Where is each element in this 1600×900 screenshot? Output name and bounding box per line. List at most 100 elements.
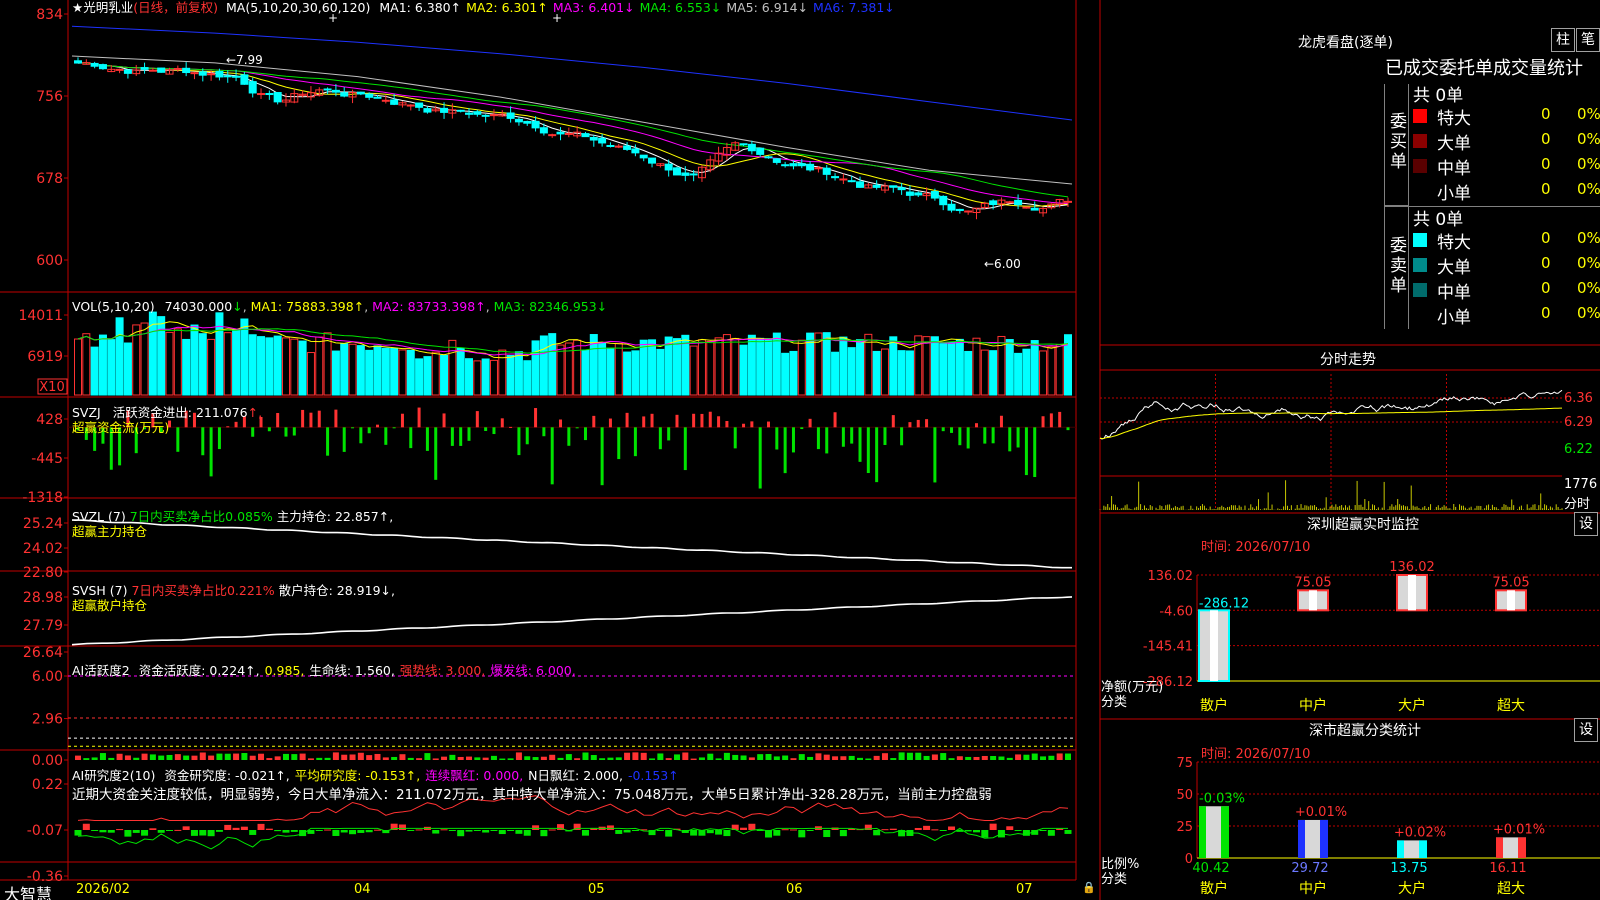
vol-ma3: MA3: 82346.953↓	[493, 299, 608, 314]
vol-ma1: MA1: 75883.398↑	[250, 299, 365, 314]
activity-bar	[515, 752, 522, 760]
research-bar	[515, 830, 523, 834]
order-color-swatch	[1413, 283, 1427, 297]
research-bar	[548, 829, 556, 831]
activity-bar	[1023, 754, 1030, 760]
intraday-title: 分时走势	[1320, 352, 1376, 368]
intraday-y-tick: 6.29	[1564, 415, 1593, 430]
candle-body	[390, 99, 399, 105]
research-bar	[623, 830, 631, 833]
volume-bar	[481, 358, 490, 396]
research-bar	[723, 830, 731, 837]
research-bar	[490, 830, 498, 831]
money-flow-bar	[534, 408, 538, 428]
candle-body	[905, 191, 914, 196]
date-tick: 2026/02	[76, 882, 131, 897]
activity-bar	[748, 757, 755, 760]
volume-bar	[764, 338, 773, 396]
research-bar	[457, 830, 465, 837]
volume-bar	[606, 347, 615, 396]
research-bar	[199, 830, 207, 836]
y-tick-label: 0.22	[32, 777, 63, 793]
activity-bar	[723, 752, 730, 760]
candle-body	[373, 96, 382, 99]
date-tick: 06	[786, 882, 803, 897]
research-bar	[523, 830, 531, 836]
candle-body	[930, 191, 939, 199]
activity-bar	[341, 754, 348, 760]
activity-bar	[624, 752, 631, 760]
monitor-value-label: 75.05	[1294, 575, 1331, 590]
activity-bar	[565, 754, 572, 760]
order-row[interactable]: 特大 0 0%	[1409, 104, 1600, 129]
period-label[interactable]: (日线，前复权)	[133, 0, 218, 15]
order-count: 0	[1541, 155, 1551, 173]
research-bar	[299, 830, 307, 837]
candle-body	[240, 74, 249, 85]
research-bar	[615, 830, 623, 834]
y-tick-label: 28.98	[23, 590, 63, 606]
bar-mode-button[interactable]: 柱	[1551, 28, 1575, 52]
activity-bar	[549, 754, 556, 760]
stat-value-label: 13.75	[1390, 861, 1427, 876]
order-row[interactable]: 中单 0 0%	[1409, 154, 1600, 179]
app-logo[interactable]: 大智慧	[4, 881, 52, 900]
research-bar	[365, 830, 373, 833]
research-bar	[1039, 830, 1047, 831]
money-flow-bar	[941, 427, 945, 432]
volume-bar	[539, 335, 548, 396]
activity-bar	[482, 757, 489, 760]
activity-bar	[823, 754, 830, 760]
money-flow-bar	[509, 426, 513, 428]
monitor-category: 大户	[1398, 697, 1426, 714]
monitor-settings-button[interactable]: 设	[1574, 512, 1598, 536]
candle-body	[947, 203, 956, 211]
activity-bar	[990, 756, 997, 760]
activity-bar	[815, 753, 822, 760]
order-row[interactable]: 小单 0 0%	[1409, 179, 1600, 204]
research-bar	[706, 830, 714, 834]
stock-name[interactable]: 光明乳业	[83, 0, 133, 15]
money-flow-bar	[425, 427, 429, 451]
activity-bar	[682, 752, 689, 760]
research-bar	[149, 828, 157, 830]
research-bar	[340, 830, 348, 833]
svzj-label: SVZJ	[72, 405, 101, 420]
research-bar	[174, 829, 182, 831]
order-row[interactable]: 中单 0 0%	[1409, 278, 1600, 303]
order-row[interactable]: 大单 0 0%	[1409, 129, 1600, 154]
volume-bar	[381, 347, 390, 396]
stat-value-label: 40.42	[1192, 861, 1229, 876]
research-bar	[432, 830, 440, 834]
star-icon[interactable]: ★	[72, 0, 83, 15]
candle-body	[614, 145, 623, 148]
activity-bar	[649, 758, 656, 760]
activity-bar	[357, 752, 364, 760]
order-color-swatch	[1413, 308, 1427, 322]
stat-settings-button[interactable]: 设	[1574, 718, 1598, 742]
research-bar	[215, 830, 223, 832]
money-flow-bar	[334, 409, 338, 428]
activity-bar	[216, 753, 223, 760]
stat-bar-accent	[1221, 806, 1229, 858]
monitor-category: 中户	[1299, 697, 1327, 714]
order-row[interactable]: 大单 0 0%	[1409, 253, 1600, 278]
indicator-value: MA6: 7.381↓	[813, 0, 895, 15]
lock-icon[interactable]: 🔒	[1082, 881, 1096, 894]
candle-body	[157, 67, 166, 73]
ai2-label: AI活跃度2	[72, 663, 130, 678]
order-type: 特大	[1437, 233, 1471, 253]
order-row[interactable]: 特大 0 0%	[1409, 228, 1600, 253]
date-tick: 04	[354, 882, 371, 897]
volume-bar	[955, 338, 964, 396]
research-bar	[781, 829, 789, 831]
money-flow-bar	[950, 427, 954, 433]
volume-bar	[531, 340, 540, 396]
activity-bar	[557, 757, 564, 760]
activity-bar	[424, 753, 431, 760]
volume-bar	[1014, 352, 1023, 396]
money-flow-bar	[775, 427, 779, 450]
order-row[interactable]: 小单 0 0%	[1409, 303, 1600, 328]
money-flow-bar	[750, 421, 754, 428]
tick-mode-button[interactable]: 笔	[1576, 28, 1600, 52]
